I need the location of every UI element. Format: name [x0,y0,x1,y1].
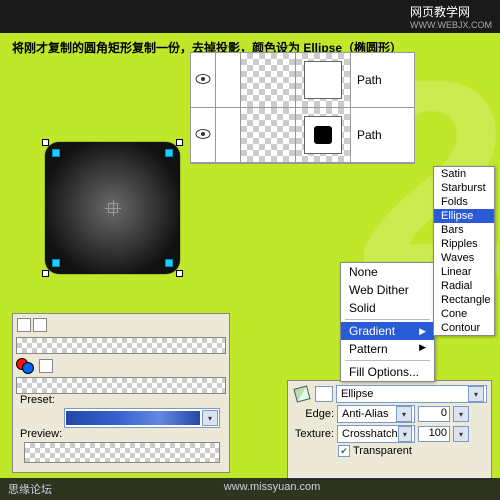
chevron-down-icon[interactable]: ▾ [398,426,412,442]
menu-item-linear[interactable]: Linear [434,265,494,279]
swatch-strip[interactable] [16,337,226,354]
texture-label: Texture: [292,428,334,440]
menu-item-filloptions[interactable]: Fill Options... [341,363,434,381]
corner-radius-handle[interactable] [165,149,173,157]
menu-item-contour[interactable]: Contour [434,321,494,335]
eye-icon[interactable] [195,71,211,89]
layer-name[interactable]: Path [351,108,414,162]
footer-bar: 思缘论坛 www.missyuan.com [0,478,500,500]
layer-spacer [216,108,241,162]
corner-radius-handle[interactable] [165,259,173,267]
menu-item-solid[interactable]: Solid [341,299,434,317]
swatch-strip[interactable] [16,377,226,394]
submenu-arrow-icon: ▶ [419,342,426,356]
menu-separator [345,319,430,320]
resize-handle[interactable] [176,270,183,277]
corner-radius-handle[interactable] [52,259,60,267]
eye-icon[interactable] [195,126,211,144]
texture-select[interactable]: Crosshatch▾ [337,425,415,443]
menu-item-ellipse[interactable]: Ellipse [434,209,494,223]
menu-item-starburst[interactable]: Starburst [434,181,494,195]
resize-handle[interactable] [42,270,49,277]
edge-select[interactable]: Anti-Alias▾ [337,405,415,423]
canvas-shape[interactable] [45,142,180,274]
color-panel: Preset: ▾ Preview: [12,313,230,473]
paint-bucket-icon[interactable] [292,385,312,403]
layer-mask[interactable] [296,108,351,162]
properties-panel: Ellipse▾ Edge: Anti-Alias▾ 0 ▾ Texture: … [287,380,492,480]
corner-radius-handle[interactable] [52,149,60,157]
transparent-checkbox[interactable]: ✔ [338,445,350,457]
menu-item-folds[interactable]: Folds [434,195,494,209]
fill-type-menu: None Web Dither Solid Gradient▶ Pattern▶… [340,262,435,382]
chevron-down-icon[interactable]: ▾ [202,410,218,426]
menu-item-ripples[interactable]: Ripples [434,237,494,251]
layer-mask[interactable] [296,53,351,107]
edge-label: Edge: [292,408,334,420]
footer-left: 思缘论坛 [8,481,52,497]
layer-thumbnail[interactable] [241,53,296,107]
preview-label: Preview: [16,428,226,440]
transparent-label: Transparent [353,445,412,457]
menu-item-waves[interactable]: Waves [434,251,494,265]
panel-tab[interactable] [17,318,31,332]
chevron-down-icon[interactable]: ▾ [453,406,469,422]
center-handle[interactable] [108,203,118,213]
menu-item-pattern[interactable]: Pattern▶ [341,340,434,358]
menu-item-satin[interactable]: Satin [434,167,494,181]
layers-panel: Path Path [190,52,415,164]
chevron-down-icon[interactable]: ▾ [468,386,484,402]
layer-thumbnail[interactable] [241,108,296,162]
submenu-arrow-icon: ▶ [419,326,426,337]
resize-handle[interactable] [176,139,183,146]
menu-separator [345,360,430,361]
menu-item-bars[interactable]: Bars [434,223,494,237]
layer-row[interactable]: Path [191,53,414,108]
menu-item-webdither[interactable]: Web Dither [341,281,434,299]
panel-tab[interactable] [39,359,53,373]
gradient-preview [66,411,200,425]
chevron-down-icon[interactable]: ▾ [453,426,469,442]
preset-select[interactable]: ▾ [64,408,220,428]
menu-item-rectangle[interactable]: Rectangle [434,293,494,307]
layer-spacer [216,53,241,107]
resize-handle[interactable] [42,139,49,146]
texture-amount-input[interactable]: 100 [418,426,450,442]
footer-center: www.missyuan.com [224,481,321,497]
panel-tab[interactable] [33,318,47,332]
preview-box [24,442,220,463]
chevron-down-icon[interactable]: ▾ [396,406,412,422]
menu-item-gradient[interactable]: Gradient▶ [341,322,434,340]
gradient-shape-menu: SatinStarburstFoldsEllipseBarsRipplesWav… [433,166,495,336]
layer-row[interactable]: Path [191,108,414,163]
preset-label: Preset: [16,394,226,406]
menu-item-none[interactable]: None [341,263,434,281]
edge-amount-input[interactable]: 0 [418,406,450,422]
menu-item-radial[interactable]: Radial [434,279,494,293]
color-overlap-icon[interactable] [16,358,36,374]
fill-category-select[interactable]: Ellipse▾ [336,385,487,403]
layer-name[interactable]: Path [351,53,414,107]
menu-item-cone[interactable]: Cone [434,307,494,321]
fill-swatch[interactable] [315,386,333,402]
